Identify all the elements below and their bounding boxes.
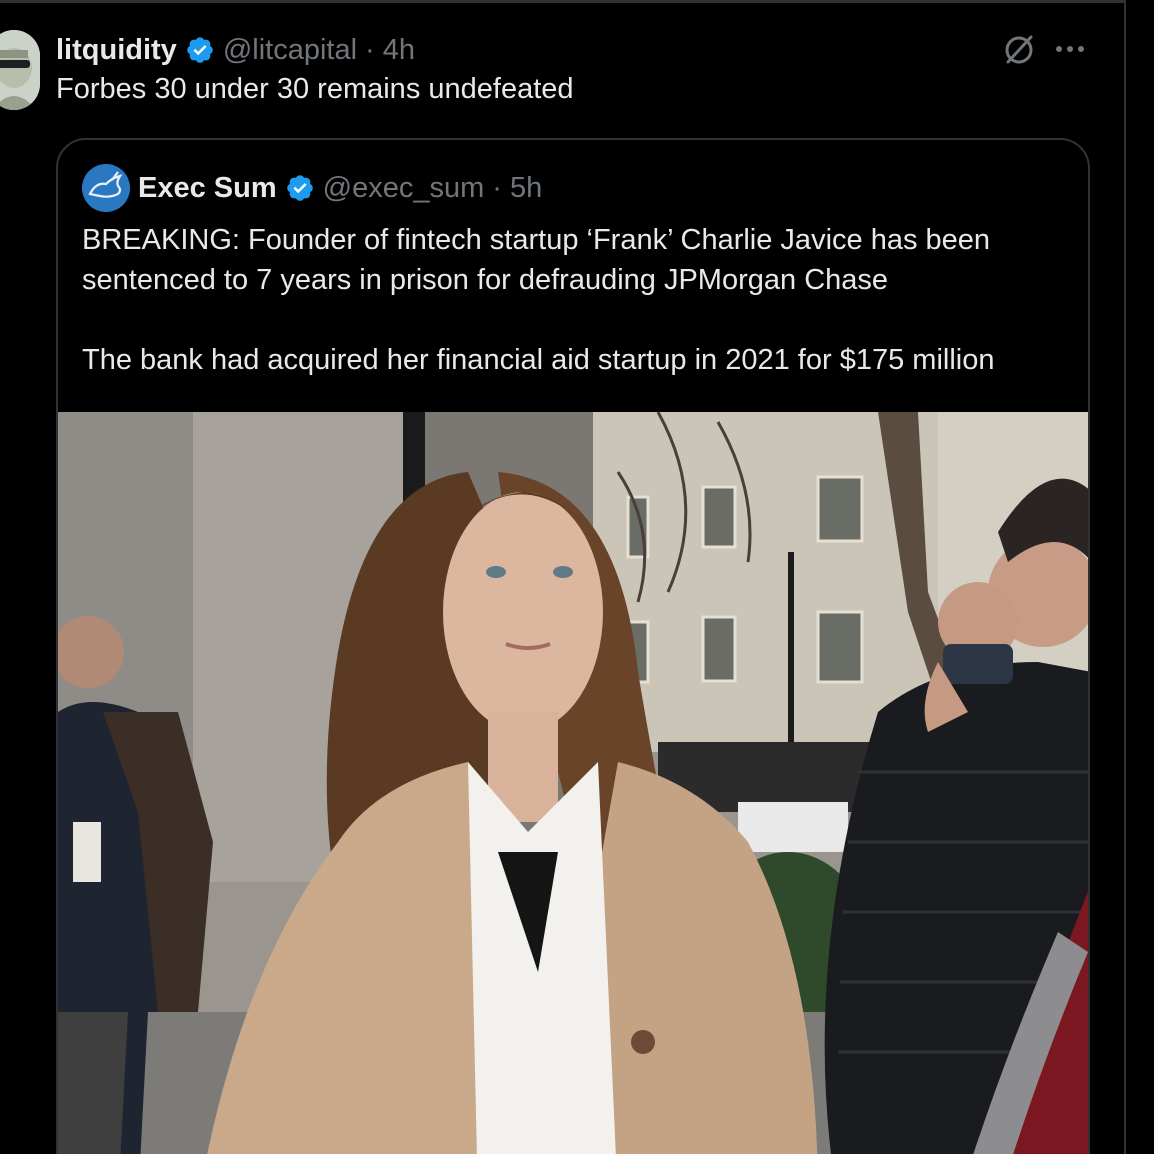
right-divider (1124, 0, 1126, 1154)
separator-dot: · (365, 33, 375, 66)
post-text: Forbes 30 under 30 remains undefeated (56, 73, 574, 105)
author-avatar[interactable] (0, 30, 40, 110)
verified-badge-icon (187, 37, 213, 63)
author-display-name[interactable]: litquidity (56, 34, 177, 67)
street-photo-image (58, 412, 1088, 1154)
more-dot-icon (1078, 46, 1084, 52)
bull-logo-icon (82, 164, 130, 212)
quoted-author-avatar[interactable] (82, 164, 130, 212)
verified-badge-icon (286, 175, 313, 201)
quoted-post-header: Exec Sum @exec_sum · 5h (138, 168, 542, 208)
post-header: litquidity @litcapital · 4h (56, 30, 415, 70)
quoted-author-handle[interactable]: @exec_sum (323, 172, 485, 205)
more-options-icon[interactable] (1056, 43, 1088, 55)
quoted-text-line: The bank had acquired her financial aid … (82, 344, 995, 376)
quoted-text-line: BREAKING: Founder of fintech startup ‘Fr… (82, 224, 991, 256)
more-dot-icon (1056, 46, 1062, 52)
quoted-post-text: BREAKING: Founder of fintech startup ‘Fr… (82, 220, 1072, 380)
post-timestamp[interactable]: 4h (383, 34, 415, 67)
quoted-post-photo[interactable] (58, 412, 1088, 1154)
grok-icon[interactable] (1000, 31, 1038, 69)
quoted-post-timestamp[interactable]: 5h (510, 172, 542, 205)
quoted-author-display-name[interactable]: Exec Sum (138, 172, 277, 205)
quoted-post-card[interactable]: Exec Sum @exec_sum · 5h BREAKING: Founde… (56, 138, 1090, 1154)
author-handle[interactable]: @litcapital (223, 34, 357, 67)
quoted-text-line: sentenced to 7 years in prison for defra… (82, 264, 889, 296)
avatar-image (0, 30, 40, 110)
more-dot-icon (1067, 46, 1073, 52)
separator-dot: · (492, 171, 502, 204)
screen: litquidity @litcapital · 4h Forbes 30 un… (0, 0, 1154, 1154)
top-divider (0, 0, 1125, 3)
